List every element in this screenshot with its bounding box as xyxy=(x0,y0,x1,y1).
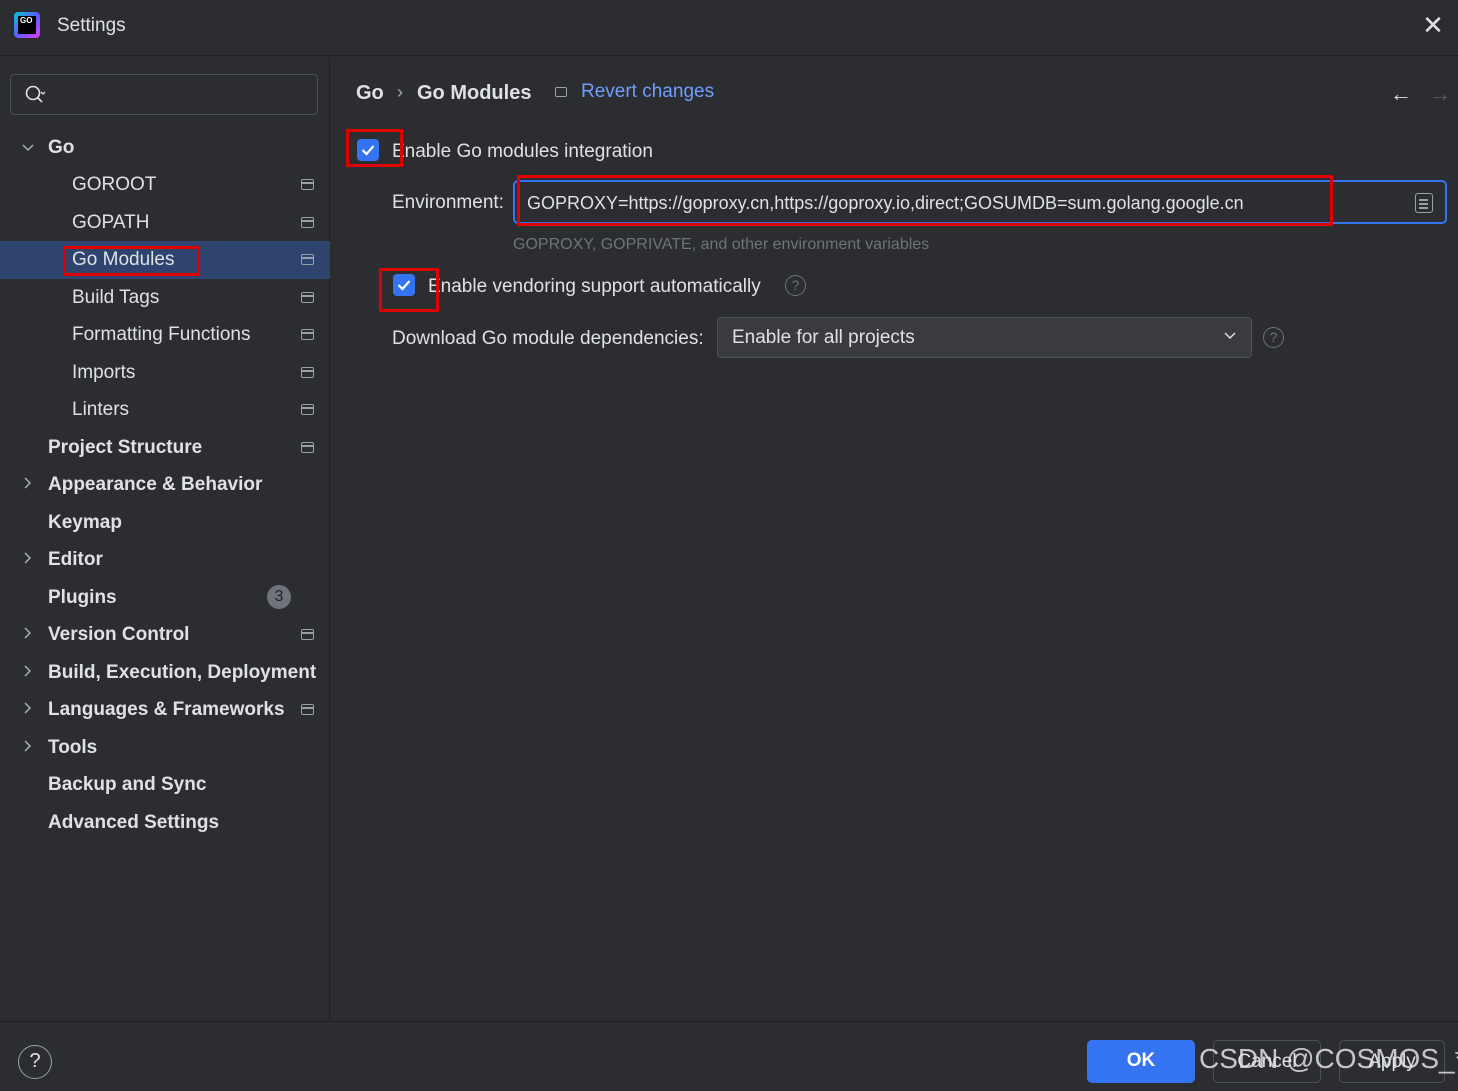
breadcrumb-root[interactable]: Go xyxy=(356,82,384,105)
chevron-right-icon[interactable] xyxy=(20,699,36,719)
sidebar-item-editor[interactable]: Editor xyxy=(0,541,330,579)
sidebar-item-linters[interactable]: Linters xyxy=(0,391,330,429)
project-scope-icon xyxy=(301,629,314,640)
project-scope-icon xyxy=(555,87,567,97)
project-scope-icon xyxy=(301,179,314,190)
sidebar-item-label: GOROOT xyxy=(72,174,157,195)
sidebar-item-gopath[interactable]: GOPATH xyxy=(0,204,330,242)
sidebar-item-build-execution-deployment[interactable]: Build, Execution, Deployment xyxy=(0,654,330,692)
chevron-right-icon[interactable] xyxy=(20,549,36,569)
environment-label: Environment: xyxy=(392,192,504,213)
sidebar-item-label: Languages & Frameworks xyxy=(48,699,285,720)
forward-arrow-icon[interactable]: → xyxy=(1429,81,1451,107)
apply-button[interactable]: Apply xyxy=(1339,1040,1445,1083)
window-title: Settings xyxy=(57,15,126,36)
sidebar-item-imports[interactable]: Imports xyxy=(0,354,330,392)
project-scope-icon xyxy=(301,704,314,715)
goland-logo-icon: GO xyxy=(14,12,40,38)
sidebar-item-label: Plugins xyxy=(48,587,117,608)
sidebar-item-appearance-behavior[interactable]: Appearance & Behavior xyxy=(0,466,330,504)
sidebar-item-plugins[interactable]: Plugins 3 xyxy=(0,579,330,617)
sidebar-item-label: Advanced Settings xyxy=(48,812,220,833)
project-scope-icon xyxy=(301,217,314,228)
sidebar-item-project-structure[interactable]: Project Structure xyxy=(0,429,330,467)
project-scope-icon xyxy=(301,292,314,303)
enable-vendoring-checkbox[interactable] xyxy=(393,274,415,296)
project-scope-icon xyxy=(301,254,314,265)
back-arrow-icon[interactable]: ← xyxy=(1390,81,1412,107)
project-scope-icon xyxy=(301,404,314,415)
expand-text-icon[interactable] xyxy=(1415,193,1433,213)
vendoring-help-icon[interactable]: ? xyxy=(785,275,806,296)
enable-modules-label[interactable]: Enable Go modules integration xyxy=(392,141,653,163)
sidebar-item-label: GOPATH xyxy=(72,212,150,233)
environment-input[interactable] xyxy=(527,190,1407,216)
sidebar-item-label: Tools xyxy=(48,737,98,758)
sidebar-item-label: Formatting Functions xyxy=(72,324,251,345)
breadcrumb-separator: › xyxy=(397,82,403,102)
close-icon[interactable]: ✕ xyxy=(1420,12,1446,38)
sidebar-item-go-modules[interactable]: Go Modules xyxy=(0,241,330,279)
chevron-right-icon[interactable] xyxy=(20,737,36,757)
sidebar-item-go[interactable]: Go xyxy=(0,129,330,167)
sidebar-item-advanced-settings[interactable]: Advanced Settings xyxy=(0,804,330,842)
sidebar-item-label: Build, Execution, Deployment xyxy=(48,662,317,683)
sidebar-item-label: Editor xyxy=(48,549,103,570)
sidebar-item-formatting-functions[interactable]: Formatting Functions xyxy=(0,316,330,354)
download-dependencies-value: Enable for all projects xyxy=(732,327,915,348)
checkmark-icon xyxy=(361,145,375,156)
sidebar-item-label: Backup and Sync xyxy=(48,774,207,795)
sidebar-item-label: Project Structure xyxy=(48,437,203,458)
sidebar-item-languages-frameworks[interactable]: Languages & Frameworks xyxy=(0,691,330,729)
sidebar-item-build-tags[interactable]: Build Tags xyxy=(0,279,330,317)
plugins-update-badge: 3 xyxy=(267,585,291,609)
chevron-right-icon[interactable] xyxy=(20,474,36,494)
settings-content: Go › Go Modules Revert changes ← → Enabl… xyxy=(331,57,1458,1021)
sidebar-item-label: Imports xyxy=(72,362,136,383)
enable-vendoring-label[interactable]: Enable vendoring support automatically xyxy=(428,276,761,298)
download-help-icon[interactable]: ? xyxy=(1263,327,1284,348)
sidebar-item-goroot[interactable]: GOROOT xyxy=(0,166,330,204)
page-title: Go Modules xyxy=(417,82,532,104)
chevron-down-icon[interactable] xyxy=(20,139,36,159)
dialog-footer: ? OK Cancel Apply xyxy=(0,1021,1458,1091)
environment-hint: GOPROXY, GOPRIVATE, and other environmen… xyxy=(513,236,930,253)
settings-sidebar: Go GOROOT GOPATH Go Modules Build Tags F… xyxy=(0,57,330,1021)
sidebar-item-version-control[interactable]: Version Control xyxy=(0,616,330,654)
chevron-right-icon[interactable] xyxy=(20,662,36,682)
cancel-button[interactable]: Cancel xyxy=(1213,1040,1321,1083)
search-box[interactable] xyxy=(10,74,318,115)
project-scope-icon xyxy=(301,367,314,378)
revert-changes-link[interactable]: Revert changes xyxy=(581,81,714,103)
environment-field[interactable] xyxy=(513,180,1447,224)
sidebar-item-label: Go Modules xyxy=(72,249,175,270)
project-scope-icon xyxy=(301,329,314,340)
download-dependencies-label: Download Go module dependencies: xyxy=(392,328,704,349)
help-button[interactable]: ? xyxy=(18,1045,52,1079)
sidebar-item-label: Build Tags xyxy=(72,287,160,308)
sidebar-item-keymap[interactable]: Keymap xyxy=(0,504,330,542)
chevron-down-icon xyxy=(1224,332,1236,340)
sidebar-item-label: Appearance & Behavior xyxy=(48,474,263,495)
checkmark-icon xyxy=(397,280,411,291)
sidebar-item-backup-sync[interactable]: Backup and Sync xyxy=(0,766,330,804)
sidebar-item-tools[interactable]: Tools xyxy=(0,729,330,767)
chevron-right-icon[interactable] xyxy=(20,624,36,644)
sidebar-item-label: Version Control xyxy=(48,624,190,645)
sidebar-item-label: Go xyxy=(48,137,75,158)
title-bar: GO Settings ✕ xyxy=(0,0,1458,56)
download-dependencies-select[interactable]: Enable for all projects xyxy=(717,317,1252,358)
ok-button[interactable]: OK xyxy=(1087,1040,1195,1083)
search-icon xyxy=(25,85,46,103)
sidebar-item-label: Keymap xyxy=(48,512,122,533)
search-input[interactable] xyxy=(61,81,311,109)
project-scope-icon xyxy=(301,442,314,453)
enable-modules-checkbox[interactable] xyxy=(357,139,379,161)
sidebar-item-label: Linters xyxy=(72,399,130,420)
logo-text: GO xyxy=(18,16,36,34)
